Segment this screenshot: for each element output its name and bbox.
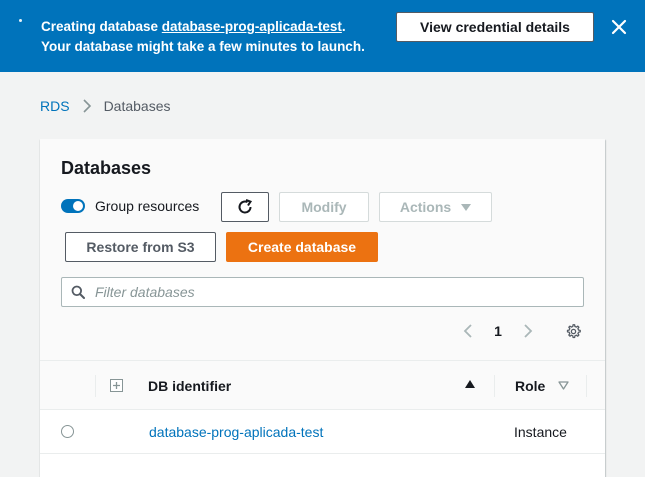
column-header-role[interactable]: Role [515, 378, 545, 394]
modify-button[interactable]: Modify [279, 192, 369, 222]
actions-label: Actions [399, 199, 452, 215]
next-page-icon[interactable] [521, 323, 535, 339]
databases-panel: Databases Group resources Modify Actions… [40, 139, 605, 477]
create-database-button[interactable]: Create database [226, 232, 378, 262]
flash-banner: Creating database database-prog-aplicada… [0, 0, 645, 72]
close-icon[interactable] [608, 16, 630, 38]
search-icon [71, 285, 85, 299]
table-header: DB identifier Role [40, 360, 605, 410]
sort-ascending-icon[interactable] [465, 380, 475, 388]
banner-message-prefix: Creating database [41, 19, 162, 34]
row-select-radio[interactable] [61, 425, 74, 438]
sort-descending-icon[interactable] [558, 381, 569, 390]
caret-down-icon [461, 203, 472, 211]
table-row[interactable]: database-prog-aplicada-test Instance [40, 410, 605, 454]
breadcrumb: RDS Databases [40, 98, 171, 114]
group-resources-toggle[interactable] [61, 199, 85, 213]
refresh-icon [238, 199, 253, 214]
column-divider [95, 375, 96, 397]
actions-dropdown-button[interactable]: Actions [379, 192, 492, 222]
toggle-knob [73, 201, 83, 211]
group-resources-label: Group resources [95, 198, 200, 214]
panel-title: Databases [61, 158, 152, 178]
db-identifier-link[interactable]: database-prog-aplicada-test [149, 424, 323, 440]
previous-page-icon[interactable] [461, 323, 475, 339]
breadcrumb-current: Databases [103, 98, 171, 114]
group-resources-toggle-wrap: Group resources [61, 198, 199, 214]
filter-databases-input[interactable] [95, 284, 565, 300]
column-divider [494, 375, 495, 397]
panel-header: Databases Group resources Modify Actions… [40, 139, 605, 360]
column-divider [586, 375, 587, 397]
loading-indicator-icon [19, 19, 22, 22]
restore-from-s3-button[interactable]: Restore from S3 [65, 232, 216, 262]
filter-databases-field[interactable] [61, 277, 584, 307]
banner-message-line2: Your database might take a few minutes t… [41, 39, 365, 54]
gear-icon[interactable] [565, 323, 582, 340]
chevron-right-icon [82, 99, 91, 113]
expand-all-icon[interactable] [110, 379, 123, 392]
banner-message: Creating database database-prog-aplicada… [41, 17, 365, 57]
role-cell: Instance [514, 424, 567, 440]
banner-database-link[interactable]: database-prog-aplicada-test [162, 19, 342, 34]
column-header-db-identifier[interactable]: DB identifier [148, 378, 231, 394]
current-page-number[interactable]: 1 [492, 323, 504, 339]
view-credential-details-button[interactable]: View credential details [396, 12, 594, 42]
banner-message-suffix: . [341, 19, 346, 34]
refresh-button[interactable] [221, 192, 269, 222]
breadcrumb-rds-link[interactable]: RDS [40, 98, 70, 114]
